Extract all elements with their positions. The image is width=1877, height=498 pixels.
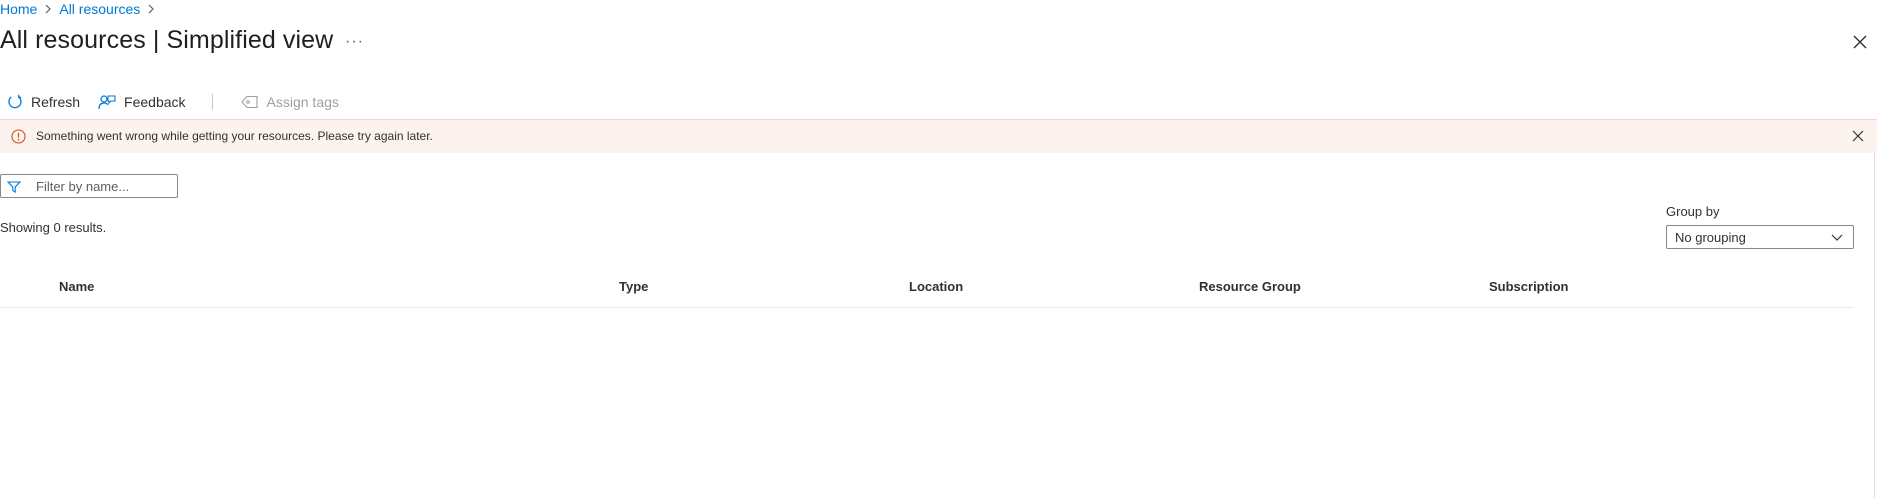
column-header-subscription[interactable]: Subscription [1489, 279, 1568, 294]
close-blade-button[interactable] [1852, 34, 1870, 52]
group-by-value: No grouping [1675, 229, 1746, 245]
banner-message: Something went wrong while getting your … [36, 129, 433, 143]
scroll-track [1874, 153, 1875, 498]
filter-input[interactable] [36, 178, 171, 194]
toolbar-divider [211, 94, 213, 110]
more-options-button[interactable]: ··· [345, 33, 364, 51]
group-by-dropdown[interactable]: No grouping [1666, 225, 1854, 249]
feedback-label: Feedback [124, 94, 186, 110]
assign-tags-label: Assign tags [266, 94, 339, 110]
column-header-resource-group[interactable]: Resource Group [1199, 279, 1301, 294]
banner-close-button[interactable] [1852, 130, 1864, 145]
tag-icon [240, 95, 258, 109]
refresh-icon [8, 94, 22, 109]
chevron-down-icon [1831, 234, 1843, 241]
chevron-right-icon [148, 4, 155, 14]
page-title: All resources | Simplified view [0, 26, 334, 54]
breadcrumb: Home All resources [0, 0, 162, 18]
feedback-button[interactable]: Feedback [98, 94, 186, 110]
column-header-location[interactable]: Location [909, 279, 963, 294]
breadcrumb-all-resources-link[interactable]: All resources [59, 1, 140, 17]
refresh-label: Refresh [31, 94, 81, 110]
command-bar: Refresh Feedback Assign tags [0, 92, 339, 112]
info-icon [11, 129, 26, 147]
assign-tags-button[interactable]: Assign tags [240, 94, 339, 110]
results-summary: Showing 0 results. [0, 220, 107, 235]
refresh-button[interactable]: Refresh [7, 94, 80, 110]
group-by-label: Group by [1666, 204, 1720, 219]
column-header-type[interactable]: Type [619, 279, 648, 294]
table-header-divider [0, 307, 1854, 308]
filter-box [0, 174, 178, 198]
breadcrumb-home-link[interactable]: Home [0, 1, 37, 17]
close-icon [1853, 35, 1867, 49]
column-header-name[interactable]: Name [59, 279, 94, 294]
filter-icon [6, 180, 22, 198]
feedback-icon [98, 95, 116, 110]
error-banner: Something went wrong while getting your … [0, 119, 1877, 153]
chevron-right-icon [45, 4, 52, 14]
close-icon [1852, 130, 1864, 142]
